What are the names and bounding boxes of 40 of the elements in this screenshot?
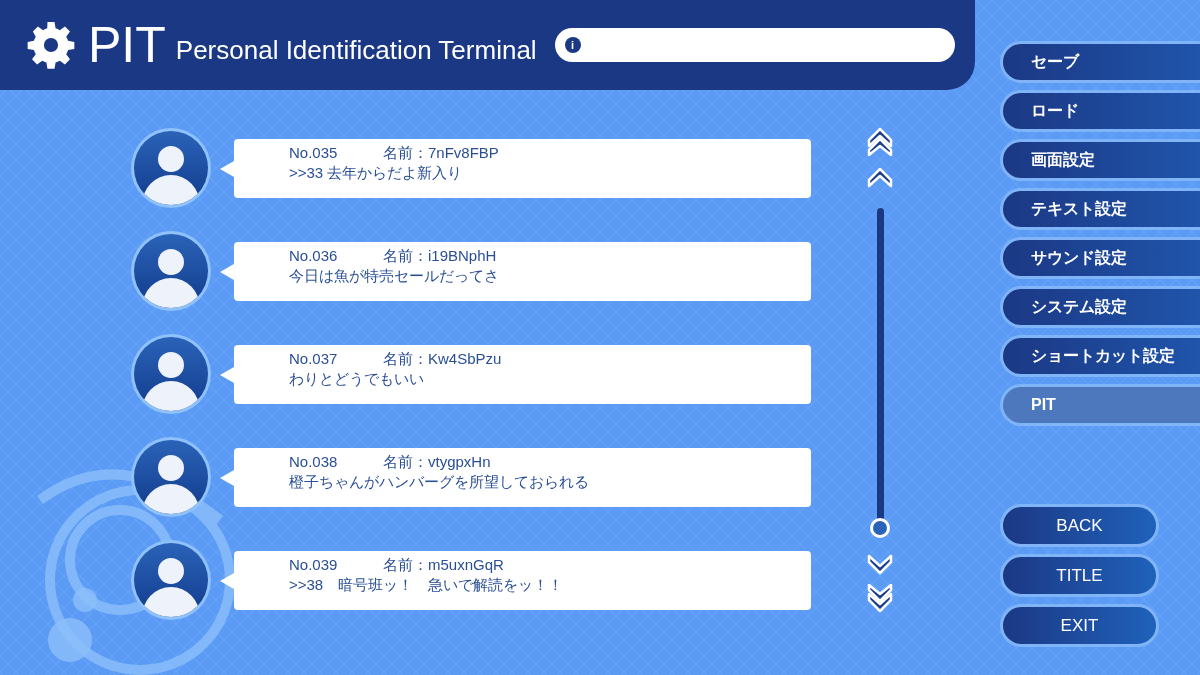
menu-item[interactable]: PIT (1000, 384, 1200, 426)
sender-name: 名前：m5uxnGqR (383, 554, 504, 575)
message-number: No.035 (289, 142, 339, 163)
scroll-to-bottom-icon[interactable] (867, 584, 893, 614)
message-text: >>33 去年からだよ新入り (289, 162, 464, 183)
subtitle: Personal Identification Terminal (175, 33, 537, 67)
sender-name: 名前：7nFv8FBP (383, 142, 499, 163)
nav-button[interactable]: TITLE (1000, 554, 1159, 597)
menu-item[interactable]: 画面設定 (1000, 139, 1200, 181)
scroll-down-icon[interactable] (867, 552, 893, 576)
menu-item[interactable]: ロード (1000, 90, 1200, 132)
menu-item[interactable]: セーブ (1000, 41, 1200, 83)
message-text: >>38 暗号班ッ！ 急いで解読をッ！！ (289, 574, 565, 595)
info-field[interactable]: i (554, 28, 955, 62)
avatar-icon (130, 333, 212, 415)
sender-name: 名前：vtygpxHn (383, 451, 491, 472)
message-number: No.039 (289, 554, 339, 575)
message-number: No.036 (289, 245, 339, 266)
avatar-icon (130, 230, 212, 312)
settings-icon (26, 20, 76, 70)
avatar-icon (130, 539, 212, 621)
logo-text: PIT (88, 20, 166, 70)
message-text: 今日は魚が特売セールだってさ (289, 265, 500, 286)
menu-item[interactable]: システム設定 (1000, 286, 1200, 328)
sender-name: 名前：Kw4SbPzu (383, 348, 502, 369)
avatar-icon (130, 127, 212, 209)
nav-button[interactable]: EXIT (1000, 604, 1159, 647)
scroll-to-top-icon[interactable] (867, 126, 893, 156)
message-text: わりとどうでもいい (289, 368, 425, 389)
info-icon: i (564, 37, 581, 53)
nav-button[interactable]: BACK (1000, 504, 1159, 547)
menu-item[interactable]: テキスト設定 (1000, 188, 1200, 230)
message-text: 橙子ちゃんがハンバーグを所望しておられる (289, 471, 589, 492)
menu-item[interactable]: ショートカット設定 (1000, 335, 1200, 377)
sender-name: 名前：i19BNphH (383, 245, 497, 266)
avatar-icon (130, 436, 212, 518)
scroll-up-icon[interactable] (867, 166, 893, 190)
message-number: No.038 (289, 451, 339, 472)
message-number: No.037 (289, 348, 339, 369)
menu-item[interactable]: サウンド設定 (1000, 237, 1200, 279)
